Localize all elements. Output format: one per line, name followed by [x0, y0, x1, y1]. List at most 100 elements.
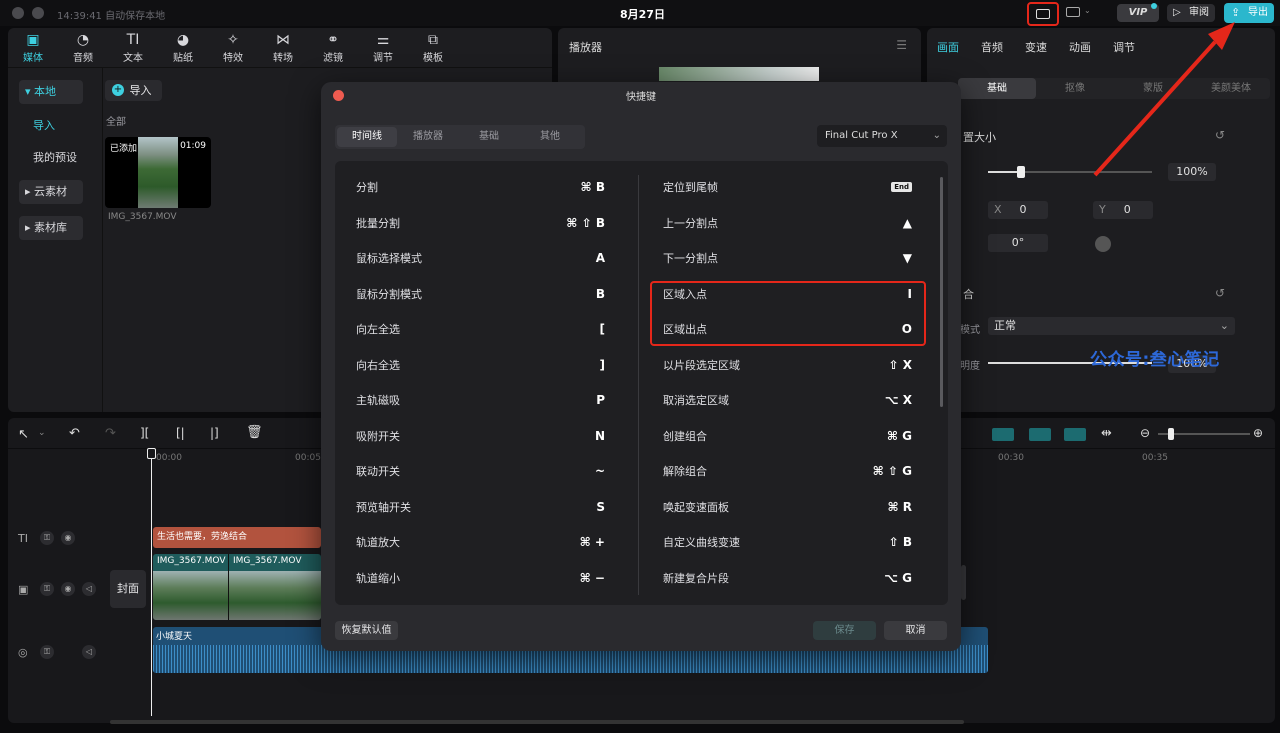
shortcut-row[interactable]: 轨道缩小 ⌘ − — [356, 561, 605, 596]
import-button[interactable]: + 导入 — [105, 80, 162, 101]
zoom-out-icon[interactable]: ⊖ — [1140, 426, 1150, 440]
minimize-window-button[interactable] — [32, 7, 44, 19]
tab-sticker[interactable]: ◕ 贴纸 — [158, 31, 208, 67]
opacity-label: 明度 — [960, 361, 980, 372]
tab-text[interactable]: TI 文本 — [108, 31, 158, 67]
shortcut-row[interactable]: 取消选定区域 ⌥ X — [663, 383, 912, 418]
shortcut-row[interactable]: 自定义曲线变速 ⇧ B — [663, 525, 912, 560]
eye-icon[interactable]: ◉ — [61, 531, 75, 545]
list-scrollbar[interactable] — [940, 177, 943, 407]
lock-icon[interactable]: ⚿ — [40, 645, 54, 659]
cover-button[interactable]: 封面 — [110, 570, 146, 608]
dialog-tab[interactable]: 播放器 — [398, 127, 458, 147]
shortcut-row[interactable]: 批量分割 ⌘ ⇧ B — [356, 206, 605, 241]
tab-label: 特效 — [223, 53, 243, 64]
tab-adjust[interactable]: ⚌ 调节 — [358, 31, 408, 67]
lock-icon[interactable]: ⚿ — [40, 582, 54, 596]
y-input[interactable]: Y0 — [1093, 201, 1153, 219]
shortcut-row[interactable]: 唤起变速面板 ⌘ R — [663, 490, 912, 525]
close-window-button[interactable] — [12, 7, 24, 19]
tab-filter[interactable]: ⚭ 滤镜 — [308, 31, 358, 67]
shortcut-row[interactable]: 向右全选] — [356, 348, 605, 383]
tab-media[interactable]: ▣ 媒体 — [8, 31, 58, 67]
shortcut-row[interactable]: 新建复合片段 ⌥ G — [663, 561, 912, 596]
zoom-in-icon[interactable]: ⊕ — [1253, 426, 1263, 440]
shortcut-label: 取消选定区域 — [663, 394, 729, 407]
slider-handle[interactable] — [1017, 166, 1025, 178]
cancel-button[interactable]: 取消 — [884, 621, 947, 640]
undo-icon[interactable]: ↶ — [69, 426, 80, 441]
shortcut-row[interactable]: 分割 ⌘ B — [356, 170, 605, 205]
playhead[interactable] — [147, 448, 156, 716]
shortcut-row[interactable]: 联动开关 ~ — [356, 454, 605, 489]
layout-icon[interactable] — [1066, 7, 1080, 17]
shortcut-row[interactable]: 创建组合 ⌘ G — [663, 419, 912, 454]
filter-icon: ⚭ — [327, 32, 339, 48]
trim-left-icon[interactable]: [| — [176, 426, 185, 440]
shortcut-row[interactable]: 预览轴开关 S — [356, 490, 605, 525]
text-clip[interactable]: 生活也需要，劳逸结合 — [153, 527, 321, 548]
shortcut-row[interactable]: 以片段选定区域 ⇧ X — [663, 348, 912, 383]
tab-audio[interactable]: ◔ 音频 — [58, 31, 108, 67]
x-input[interactable]: X0 — [988, 201, 1048, 219]
dialog-tab[interactable]: 时间线 — [337, 127, 397, 147]
shortcut-row[interactable]: 鼠标选择模式 A — [356, 241, 605, 276]
preset-select[interactable]: Final Cut Pro X ⌄ — [817, 125, 947, 147]
chevron-down-icon[interactable]: ⌄ — [38, 428, 46, 438]
shortcut-row[interactable]: 向左全选 [ — [356, 312, 605, 347]
reset-blend-icon[interactable]: ↺ — [1215, 286, 1225, 300]
dialog-tab[interactable]: 其他 — [520, 127, 580, 147]
zoom-slider[interactable] — [1158, 428, 1250, 440]
mode-select[interactable]: 正常 ⌄ — [988, 317, 1235, 335]
shortcut-row[interactable]: 鼠标分割模式 B — [356, 277, 605, 312]
shortcut-row[interactable]: 定位到尾帧 End — [663, 170, 912, 205]
save-button[interactable]: 保存 — [813, 621, 876, 640]
shortcut-row[interactable]: 下一分割点 ▼ — [663, 241, 912, 276]
trim-right-icon[interactable]: |] — [210, 426, 219, 440]
dialog-tab[interactable]: 基础 — [459, 127, 519, 147]
magnet-icon[interactable] — [992, 428, 1014, 441]
shortcut-keys: B — [595, 286, 605, 301]
zoom-handle[interactable] — [1168, 428, 1174, 440]
snap-icon[interactable] — [1029, 428, 1051, 441]
track-end-handle[interactable] — [961, 565, 966, 600]
link-icon[interactable] — [1064, 428, 1086, 441]
lock-icon[interactable]: ⚿ — [40, 531, 54, 545]
sidebar-item-cloud[interactable]: ▸ 云素材 — [19, 180, 83, 204]
inspector-tab[interactable]: 变速 — [1025, 39, 1069, 55]
shortcut-row[interactable]: 主轨磁吸 P — [356, 383, 605, 418]
inspector-subtab[interactable]: 基础 — [958, 78, 1036, 99]
reset-defaults-button[interactable]: 恢复默认值 — [335, 621, 398, 640]
tab-template[interactable]: ⧉ 模板 — [408, 31, 458, 67]
shortcut-row[interactable]: 吸附开关 N — [356, 419, 605, 454]
rotation-input[interactable]: 0° — [988, 234, 1048, 252]
shortcut-label: 下一分割点 — [663, 252, 718, 265]
shortcut-keys-button[interactable] — [1027, 2, 1059, 26]
media-thumbnail[interactable]: 已添加 01:09 — [105, 137, 211, 208]
video-clip[interactable]: IMG_3567.MOV IMG_3567.MOV — [153, 554, 321, 620]
menu-icon[interactable]: ☰ — [896, 38, 907, 52]
sidebar-item-import[interactable]: 导入 — [19, 114, 83, 138]
preview-axis-icon[interactable]: ⇹ — [1101, 426, 1112, 441]
delete-icon[interactable]: 🗑︎ — [246, 425, 263, 440]
pointer-tool-icon[interactable]: ↖ — [18, 427, 29, 442]
shortcut-keys: ⌘ ⇧ B — [566, 215, 605, 230]
split-icon[interactable]: ][ — [140, 426, 149, 440]
timeline-scrollbar[interactable] — [110, 720, 964, 724]
chevron-down-icon[interactable]: ⌄ — [1084, 6, 1091, 15]
inspector-tab[interactable]: 画面 — [937, 39, 981, 55]
tab-transition[interactable]: ⋈ 转场 — [258, 31, 308, 67]
tab-effects[interactable]: ✧ 特效 — [208, 31, 258, 67]
sidebar-item-presets[interactable]: 我的预设 — [19, 146, 83, 170]
rotation-dial[interactable] — [1095, 236, 1111, 252]
eye-icon[interactable]: ◉ — [61, 582, 75, 596]
sidebar-item-local[interactable]: ▾ 本地 — [19, 80, 83, 104]
filter-all[interactable]: 全部 — [106, 113, 126, 128]
speaker-icon[interactable]: ◁ — [82, 645, 96, 659]
sidebar-item-library[interactable]: ▸ 素材库 — [19, 216, 83, 240]
shortcut-row[interactable]: 上一分割点 ▲ — [663, 206, 912, 241]
shortcut-row[interactable]: 解除组合 ⌘ ⇧ G — [663, 454, 912, 489]
shortcut-row[interactable]: 轨道放大 ⌘ + — [356, 525, 605, 560]
speaker-icon[interactable]: ◁ — [82, 582, 96, 596]
inspector-tab[interactable]: 音频 — [981, 39, 1025, 55]
